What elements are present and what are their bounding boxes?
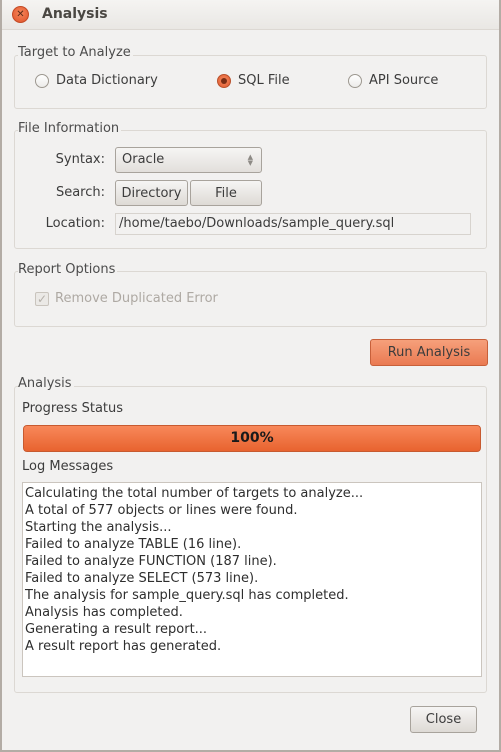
window-close-button[interactable]: ✕ (12, 6, 29, 23)
checkmark-icon: ✓ (35, 291, 49, 306)
radio-api-source[interactable]: API Source (348, 73, 438, 88)
log-line: Failed to analyze FUNCTION (187 line). (25, 554, 277, 569)
log-line: Starting the analysis... (25, 520, 172, 535)
syntax-label: Syntax: (55, 152, 105, 167)
search-label: Search: (55, 185, 105, 200)
log-line: Analysis has completed. (25, 605, 183, 620)
radio-label: SQL File (238, 73, 290, 88)
log-line: A total of 577 objects or lines were fou… (25, 503, 298, 518)
radio-label: Data Dictionary (56, 73, 158, 88)
directory-button[interactable]: Directory (115, 180, 188, 206)
title-bar: ✕ Analysis (2, 0, 499, 30)
analysis-group-label: Analysis (18, 376, 74, 391)
syntax-value: Oracle (122, 152, 165, 167)
log-messages-label: Log Messages (22, 459, 114, 474)
log-messages-area[interactable]: Calculating the total number of targets … (22, 482, 482, 677)
radio-sql-file[interactable]: SQL File (217, 73, 290, 88)
report-options-group-label: Report Options (18, 262, 118, 277)
close-button[interactable]: Close (410, 706, 477, 733)
remove-duplicated-checkbox[interactable]: ✓ Remove Duplicated Error (35, 291, 218, 306)
radio-unchecked-icon (348, 73, 362, 88)
syntax-select[interactable]: Oracle ▲ ▼ (115, 147, 262, 173)
progress-bar: 100% (23, 425, 481, 452)
progress-text: 100% (230, 430, 274, 446)
radio-checked-icon (217, 73, 231, 88)
location-field[interactable]: /home/taebo/Downloads/sample_query.sql (115, 213, 471, 235)
checkbox-label: Remove Duplicated Error (55, 291, 218, 306)
log-line: A result report has generated. (25, 639, 222, 654)
radio-label: API Source (369, 73, 439, 88)
log-line: Failed to analyze SELECT (573 line). (25, 571, 259, 586)
location-label: Location: (45, 216, 105, 231)
file-button[interactable]: File (190, 180, 262, 206)
progress-status-label: Progress Status (22, 401, 124, 416)
target-group-label: Target to Analyze (18, 45, 133, 60)
close-x-icon: ✕ (16, 8, 25, 20)
radio-unchecked-icon (35, 73, 49, 88)
run-analysis-button[interactable]: Run Analysis (370, 339, 488, 366)
file-info-group-label: File Information (18, 121, 122, 136)
spin-arrows-icon: ▲ ▼ (247, 153, 253, 167)
log-line: Failed to analyze TABLE (16 line). (25, 537, 242, 552)
log-line: Calculating the total number of targets … (25, 486, 364, 501)
window-title: Analysis (42, 6, 108, 22)
radio-data-dictionary[interactable]: Data Dictionary (35, 73, 158, 88)
log-line: Generating a result report... (25, 622, 208, 637)
analysis-dialog: ✕ Analysis Target to Analyze Data Dictio… (0, 0, 501, 752)
log-line: The analysis for sample_query.sql has co… (25, 588, 349, 603)
